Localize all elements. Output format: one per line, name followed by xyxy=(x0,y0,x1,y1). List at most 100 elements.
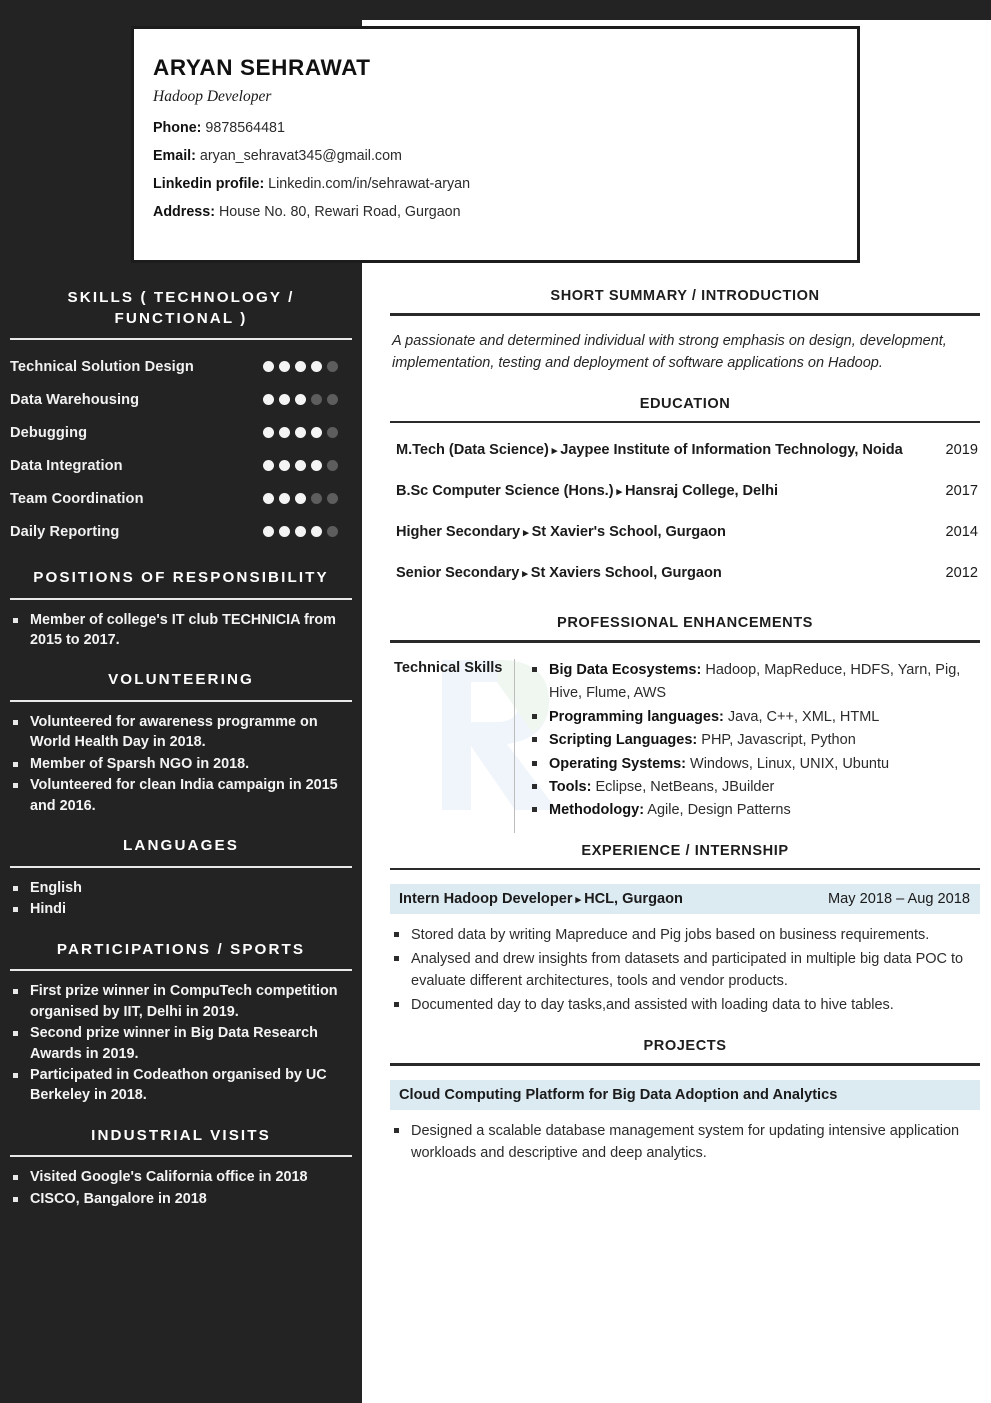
contact-value: House No. 80, Rewari Road, Gurgaon xyxy=(214,204,461,221)
experience-role: Intern Hadoop Developer xyxy=(399,891,573,908)
list-item: Participated in Codeathon organised by U… xyxy=(10,1065,352,1106)
enhancements-items: Big Data Ecosystems: Hadoop, MapReduce, … xyxy=(514,658,980,833)
list-item: Visited Google's California office in 20… xyxy=(10,1167,352,1187)
sidebar-heading-languages: LANGUAGES xyxy=(123,837,239,855)
divider xyxy=(390,1063,980,1066)
skill-rating-dots xyxy=(263,526,352,538)
candidate-name: ARYAN SEHRAWAT xyxy=(153,55,371,80)
list-item: First prize winner in CompuTech competit… xyxy=(10,981,352,1022)
rating-dot-filled xyxy=(295,427,306,439)
candidate-role: Hadoop Developer xyxy=(153,88,272,105)
divider xyxy=(390,640,980,643)
rating-dot-filled xyxy=(295,493,306,505)
enhancement-label: Big Data Ecosystems: xyxy=(549,661,702,678)
education-list: M.Tech (Data Science) ▸ Jaypee Institute o… xyxy=(390,429,980,593)
list-item: English xyxy=(10,878,352,898)
rating-dot-filled xyxy=(279,526,290,538)
rating-dot-filled xyxy=(279,493,290,505)
contact-label: Address: xyxy=(153,204,215,221)
enhancement-item: Operating Systems: Windows, Linux, UNIX,… xyxy=(532,753,980,776)
enhancement-value: PHP, Javascript, Python xyxy=(697,732,856,749)
rating-dot-filled xyxy=(311,460,322,472)
contact-block: Phone: 9878564481 Email: aryan_sehravat34… xyxy=(153,114,857,227)
contact-value: 9878564481 xyxy=(201,120,285,136)
rating-dot-filled xyxy=(263,493,274,505)
rating-dot-filled xyxy=(295,526,306,538)
education-degree-institute: B.Sc Computer Science (Hons.) ▸ Hansraj Co… xyxy=(396,483,778,499)
rating-dot-filled xyxy=(263,394,274,406)
project-bullets: Designed a scalable database management … xyxy=(390,1120,980,1165)
contact-label: Email: xyxy=(153,148,196,165)
list-item: Second prize winner in Big Data Research… xyxy=(10,1023,352,1064)
contact-line: Address: House No. 80, Rewari Road, Gurg… xyxy=(153,198,857,226)
skill-row: Data Warehousing xyxy=(10,383,352,416)
enhancement-item: Big Data Ecosystems: Hadoop, MapReduce, … xyxy=(532,659,980,706)
enhancement-label: Tools: xyxy=(549,778,592,795)
section-heading-experience: EXPERIENCE / INTERNSHIP xyxy=(581,842,789,859)
section-projects: PROJECTS Cloud Computing Platform for Bi… xyxy=(390,1038,980,1164)
divider xyxy=(10,1155,352,1158)
sidebar-heading-volunteering: VOLUNTEERING xyxy=(108,671,254,689)
enhancement-label: Programming languages: xyxy=(549,708,724,725)
education-degree: B.Sc Computer Science (Hons.) xyxy=(396,483,614,500)
summary-text: A passionate and determined individual w… xyxy=(392,332,947,371)
rating-dot-filled xyxy=(279,394,290,406)
section-heading-projects: PROJECTS xyxy=(643,1038,727,1055)
education-year: 2012 xyxy=(945,565,978,582)
rating-dot-empty xyxy=(327,361,338,373)
education-degree: Higher Secondary xyxy=(396,524,521,541)
sidebar-heading-industrial-visits: INDUSTRIAL VISITS xyxy=(91,1126,271,1144)
sidebar-section-volunteering: VOLUNTEERING Volunteered for awareness p… xyxy=(10,670,352,816)
experience-bullets: Stored data by writing Mapreduce and Pig… xyxy=(390,924,980,1016)
enhancement-value: Eclipse, NetBeans, JBuilder xyxy=(591,778,775,795)
experience-bullet: Stored data by writing Mapreduce and Pig… xyxy=(394,924,980,946)
education-row: Higher Secondary ▸ St Xavier's School, Gur… xyxy=(390,511,980,552)
education-row: B.Sc Computer Science (Hons.) ▸ Hansraj Co… xyxy=(390,470,980,511)
projects-list: Cloud Computing Platform for Big Data Ad… xyxy=(390,1079,980,1165)
divider xyxy=(390,867,980,871)
section-heading-summary: SHORT SUMMARY / INTRODUCTION xyxy=(550,288,820,304)
rating-dot-empty xyxy=(327,526,338,538)
enhancement-label: Operating Systems: xyxy=(549,755,686,772)
separator-triangle-icon: ▸ xyxy=(616,486,623,499)
education-institute: Hansraj College, Delhi xyxy=(624,483,778,500)
experience-title: Intern Hadoop Developer ▸ HCL, Gurgaon xyxy=(399,891,683,907)
enhancement-item: Scripting Languages: PHP, Javascript, Py… xyxy=(532,729,980,752)
rating-dot-filled xyxy=(311,427,322,439)
sidebar-heading-skills: SKILLS ( TECHNOLOGY / FUNCTIONAL ) xyxy=(67,289,295,327)
section-heading-education: EDUCATION xyxy=(639,395,731,412)
enhancement-label: Methodology: xyxy=(549,802,645,819)
list-item: Volunteered for clean India campaign in … xyxy=(10,775,352,816)
list-item: Hindi xyxy=(10,899,352,919)
experience-dates: May 2018 – Aug 2018 xyxy=(828,891,970,908)
rating-dot-empty xyxy=(311,394,322,406)
education-degree-institute: Higher Secondary ▸ St Xavier's School, Gur… xyxy=(396,524,726,540)
experience-company: HCL, Gurgaon xyxy=(584,891,683,908)
rating-dot-empty xyxy=(311,493,322,505)
skill-name: Technical Solution Design xyxy=(10,358,194,375)
rating-dot-filled xyxy=(263,427,274,439)
contact-label: Phone: xyxy=(153,120,202,136)
list-item: Volunteered for awareness programme on W… xyxy=(10,712,352,753)
rating-dot-filled xyxy=(311,526,322,538)
contact-label: Linkedin profile: xyxy=(153,176,265,193)
section-heading-enhancements: PROFESSIONAL ENHANCEMENTS xyxy=(557,615,813,632)
contact-line: Linkedin profile: Linkedin.com/in/sehraw… xyxy=(153,170,857,198)
rating-dot-filled xyxy=(263,361,274,373)
skills-list: Technical Solution Design Data Warehousin… xyxy=(10,350,352,548)
enhancements-list: Big Data Ecosystems: Hadoop, MapReduce, … xyxy=(532,659,980,823)
skill-row: Team Coordination xyxy=(10,482,352,515)
positions-list: Member of college's IT club TECHNICIA fr… xyxy=(10,610,352,651)
participations-list: First prize winner in CompuTech competit… xyxy=(10,981,352,1106)
contact-line: Email: aryan_sehravat345@gmail.com xyxy=(153,142,857,170)
rating-dot-empty xyxy=(327,427,338,439)
skill-name: Team Coordination xyxy=(10,490,144,507)
contact-value: aryan_sehravat345@gmail.com xyxy=(195,148,402,165)
skill-row: Data Integration xyxy=(10,449,352,482)
rating-dot-empty xyxy=(327,493,338,505)
rating-dot-empty xyxy=(327,394,338,406)
enhancements-label: Technical Skills xyxy=(394,659,503,676)
separator-triangle-icon: ▸ xyxy=(523,527,529,540)
enhancement-label: Scripting Languages: xyxy=(549,732,698,749)
education-year: 2014 xyxy=(945,524,978,541)
